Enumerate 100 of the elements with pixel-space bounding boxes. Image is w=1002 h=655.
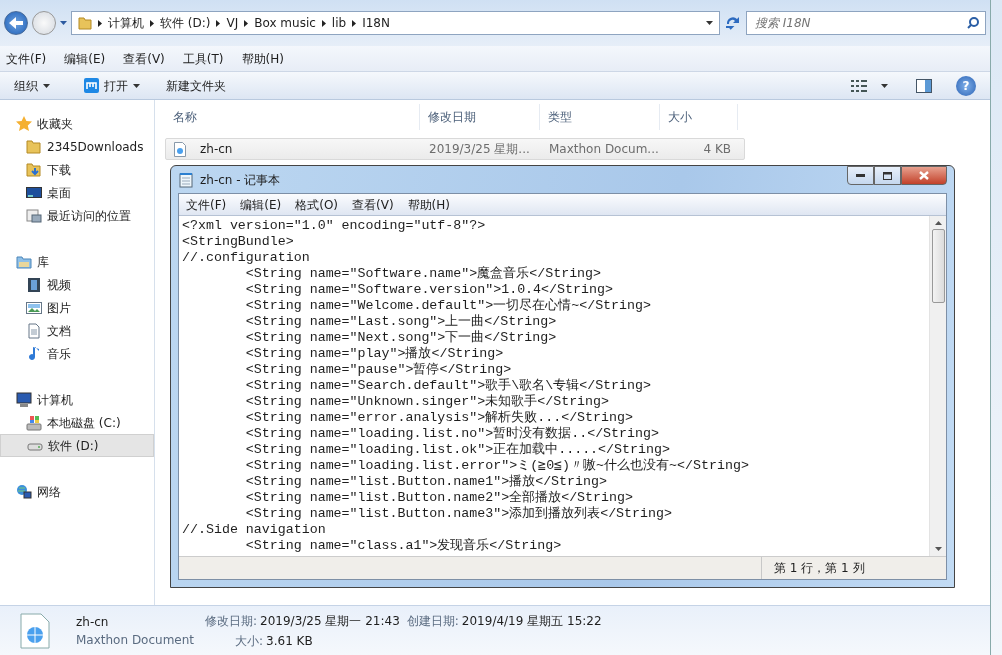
sidebar-group[interactable]: 库 (0, 250, 154, 273)
window-title: zh-cn - 记事本 (200, 171, 281, 189)
sidebar-item[interactable]: 下载 (0, 158, 154, 181)
menu-item[interactable]: 格式(O) (288, 195, 346, 214)
menu-item[interactable]: 帮助(H) (400, 195, 457, 214)
file-size: 4 KB (702, 141, 731, 158)
menu-item[interactable]: 帮助(H) (241, 49, 284, 68)
menu-item[interactable]: 编辑(E) (233, 195, 289, 214)
column-header[interactable]: 修改日期 (420, 104, 540, 130)
file-icon (20, 612, 50, 649)
code-line: <String name="pause">暂停</String> (244, 362, 513, 378)
menu-item[interactable]: 编辑(E) (64, 49, 106, 68)
back-button[interactable] (4, 11, 28, 35)
file-row[interactable]: zh-cn 2019/3/25 星期... Maxthon Docum... 4 KB (165, 138, 745, 160)
breadcrumb[interactable]: Box music (254, 14, 316, 32)
file-name: zh-cn (199, 141, 233, 158)
sidebar-item[interactable]: 文档 (0, 319, 154, 342)
code-line: <String name="loading.list.ok">正在加载中.....</String> (244, 442, 671, 458)
sidebar-item[interactable]: 桌面 (0, 181, 154, 204)
code-line: <String name="Next.song">下一曲</String> (244, 330, 558, 346)
chevron-icon (352, 19, 357, 27)
scrollbar[interactable] (929, 216, 946, 556)
code-line: <String name="Unknown.singer">未知歌手</String> (244, 394, 611, 410)
back-arrow-icon (9, 17, 23, 29)
column-header[interactable]: 名称 (165, 104, 420, 130)
close-icon (919, 171, 929, 180)
code-line: //.configuration (182, 250, 311, 266)
menu-item[interactable]: 查看(V) (345, 195, 401, 214)
breadcrumb[interactable]: 软件 (D:) (160, 14, 211, 32)
code-line: <String name="play">播放</String> (244, 346, 505, 362)
star-icon (16, 115, 32, 132)
sidebar-group[interactable]: 计算机 (0, 388, 154, 411)
sidebar-item[interactable]: 音乐 (0, 342, 154, 365)
menu-item[interactable]: 查看(V) (123, 49, 165, 68)
column-header[interactable]: 大小 (660, 104, 738, 130)
breadcrumb[interactable]: 计算机 (108, 14, 144, 32)
file-icon (174, 141, 186, 157)
sidebar-item[interactable]: 最近访问的位置 (0, 204, 154, 227)
code-line: <StringBundle> (182, 234, 295, 250)
sidebar-item[interactable]: 本地磁盘 (C:) (0, 411, 154, 434)
film-icon (26, 276, 42, 293)
code-line: <String name="error.analysis">解析失败...</String> (244, 410, 634, 426)
network-icon (16, 483, 32, 500)
scrollbar-thumb[interactable] (931, 229, 945, 303)
address-bar[interactable]: 计算机 软件 (D:) VJ Box music lib I18N (71, 11, 720, 35)
chevron-icon (98, 19, 102, 27)
minimize-button[interactable] (847, 166, 874, 185)
download-folder-icon (26, 161, 42, 178)
breadcrumb[interactable]: VJ (226, 14, 239, 32)
menu-item[interactable]: 文件(F) (179, 195, 234, 214)
view-options-icon[interactable] (851, 79, 867, 92)
search-box[interactable]: 搜索 I18N (746, 11, 986, 35)
picture-icon (26, 299, 42, 316)
code-line: <String name="loading.list.error">ミ(≧0≦)〃嗷~什么也没有~</String> (244, 458, 750, 474)
maximize-icon (883, 171, 892, 180)
code-line: <String name="list.Button.name2">全部播放</String> (244, 490, 634, 506)
dropdown-icon (706, 21, 713, 25)
field-label: 修改日期: (205, 612, 258, 630)
code-line: <?xml version="1.0" encoding="utf-8"?> (182, 218, 487, 234)
close-button[interactable] (901, 166, 947, 185)
music-note-icon (26, 345, 42, 362)
breadcrumb[interactable]: lib (331, 14, 347, 32)
field-value: 2019/3/25 星期一 21:43 (260, 612, 400, 630)
field-label: 创建日期: (406, 612, 459, 630)
dropdown-icon[interactable] (60, 21, 67, 25)
sidebar-item[interactable]: 2345Downloads (0, 135, 154, 158)
code-line: //.Side navigation (182, 522, 327, 538)
organize-button[interactable]: 组织 (14, 76, 50, 95)
desktop-icon (26, 184, 42, 201)
document-icon (26, 322, 42, 339)
menu-item[interactable]: 工具(T) (182, 49, 224, 68)
field-value: 3.61 KB (266, 632, 313, 650)
sidebar-group[interactable]: 收藏夹 (0, 112, 154, 135)
breadcrumb[interactable]: I18N (362, 14, 390, 32)
file-name: zh-cn (76, 613, 110, 631)
maximize-button[interactable] (874, 166, 901, 185)
open-button[interactable]: 打开 (84, 76, 140, 95)
code-line: <String name="loading.list.no">暂时没有数据..</String> (244, 426, 660, 442)
new-folder-button[interactable]: 新建文件夹 (166, 76, 226, 95)
chevron-icon (150, 19, 154, 27)
caret-icon[interactable] (881, 83, 888, 88)
recent-places-icon (26, 207, 42, 224)
sidebar-group[interactable]: 网络 (0, 480, 154, 503)
sidebar-item[interactable]: 图片 (0, 296, 154, 319)
menu-item[interactable]: 文件(F) (6, 49, 47, 68)
file-type: Maxthon Docum... (548, 141, 660, 158)
folder-icon (26, 138, 42, 155)
folder-icon (78, 16, 92, 30)
app-icon (84, 78, 99, 93)
minimize-icon (856, 174, 865, 177)
windows-drive-icon (26, 414, 42, 431)
field-value: 2019/4/19 星期五 15:22 (461, 612, 602, 630)
refresh-icon[interactable] (724, 15, 742, 31)
sidebar-item[interactable]: 软件 (D:) (0, 434, 154, 457)
preview-pane-icon[interactable] (916, 78, 932, 93)
sidebar-item[interactable]: 视频 (0, 273, 154, 296)
notepad-icon (178, 171, 194, 188)
scroll-up-icon (934, 221, 942, 225)
column-header[interactable]: 类型 (540, 104, 660, 130)
search-icon (967, 17, 979, 29)
